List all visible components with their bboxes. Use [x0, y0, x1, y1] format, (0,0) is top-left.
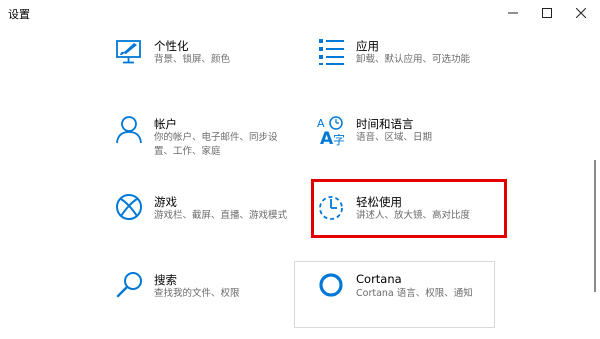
- title-bar: 设置: [0, 0, 600, 26]
- highlight-box: [311, 179, 507, 238]
- tile-description: 卸载、默认应用、可选功能: [356, 54, 471, 65]
- tile-personalization[interactable]: 个性化 背景、锁屏、颜色: [114, 36, 294, 76]
- tile-accounts[interactable]: 帐户 你的帐户、电子邮件、同步设 置、工作、家庭: [114, 114, 294, 160]
- minimize-icon: [508, 12, 518, 14]
- minimize-button[interactable]: [496, 0, 530, 26]
- tile-apps[interactable]: 应用 卸载、默认应用、可选功能: [316, 36, 496, 76]
- search-icon: [116, 272, 142, 298]
- maximize-icon: [542, 8, 552, 18]
- tile-description: 查找我的文件、权限: [154, 288, 240, 299]
- tile-description: Cortana 语言、权限、通知: [356, 288, 473, 299]
- account-icon: [116, 116, 142, 144]
- maximize-button[interactable]: [530, 0, 564, 26]
- xbox-icon: [116, 194, 142, 220]
- tile-description: 语音、区域、日期: [356, 132, 433, 143]
- tile-gaming[interactable]: 游戏 游戏栏、截屏、直播、游戏模式: [114, 192, 294, 232]
- tile-description: 游戏栏、截屏、直播、游戏模式: [154, 210, 288, 221]
- personalization-icon: [116, 40, 141, 64]
- tile-description: 背景、锁屏、颜色: [154, 54, 231, 65]
- vertical-scrollbar[interactable]: [594, 160, 596, 292]
- svg-text:字: 字: [333, 132, 345, 146]
- svg-text:A: A: [320, 129, 334, 146]
- tile-description: 置、工作、家庭: [154, 146, 221, 157]
- tile-cortana[interactable]: Cortana Cortana 语言、权限、通知: [316, 270, 491, 310]
- window-title: 设置: [8, 8, 30, 21]
- close-icon: [576, 8, 586, 18]
- cortana-icon: [319, 273, 343, 297]
- tile-name: Cortana: [356, 272, 402, 286]
- apps-icon: [319, 39, 344, 65]
- close-button[interactable]: [564, 0, 598, 26]
- tile-time-language[interactable]: A A 字 时间和语言 语音、区域、日期: [316, 114, 496, 154]
- tile-description: 你的帐户、电子邮件、同步设: [154, 132, 278, 143]
- tile-search[interactable]: 搜索 查找我的文件、权限: [114, 270, 294, 310]
- time-language-icon: A A 字: [317, 116, 345, 146]
